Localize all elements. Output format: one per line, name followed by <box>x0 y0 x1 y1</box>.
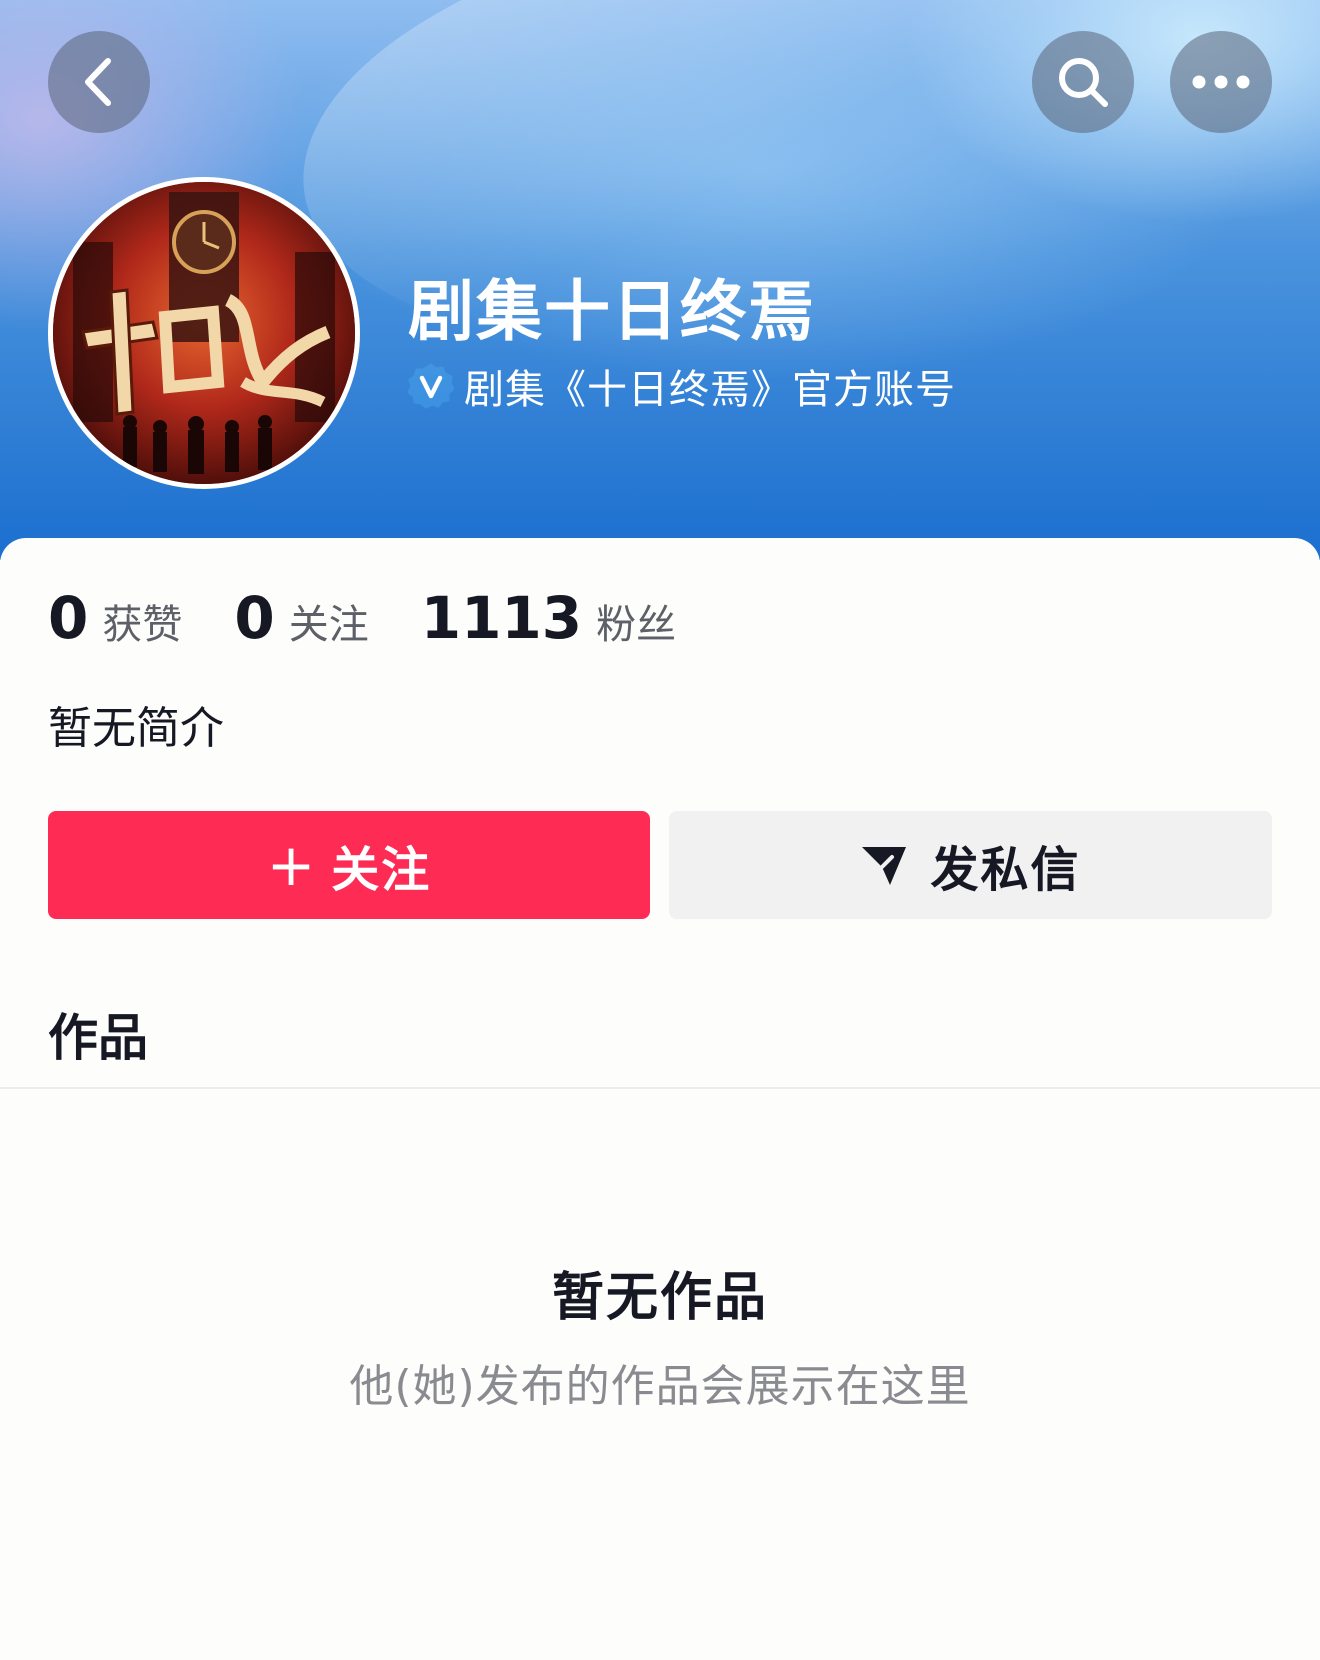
message-button[interactable]: 发私信 <box>669 811 1272 919</box>
verified-row: 剧集《十日终焉》官方账号 <box>408 358 956 414</box>
back-button[interactable] <box>48 31 150 133</box>
stat-likes[interactable]: 0 获赞 <box>48 584 182 652</box>
stat-following-value: 0 <box>234 584 275 652</box>
tab-works[interactable]: 作品 <box>48 998 148 1070</box>
stat-likes-label: 获赞 <box>102 602 183 648</box>
stat-likes-value: 0 <box>48 584 89 652</box>
stat-following[interactable]: 0 关注 <box>234 584 368 652</box>
stat-followers-value: 1113 <box>420 584 583 652</box>
bio-text: 暂无简介 <box>48 703 224 754</box>
avatar-poster-image <box>53 182 355 484</box>
verified-v-badge-icon <box>408 363 454 409</box>
follow-button-label: 关注 <box>331 842 432 898</box>
message-button-label: 发私信 <box>930 842 1081 898</box>
tab-divider <box>0 1087 1320 1089</box>
follow-button[interactable]: + 关注 <box>48 811 650 919</box>
stat-followers-label: 粉丝 <box>596 602 677 648</box>
profile-header: 剧集十日终焉 剧集《十日终焉》官方账号 <box>0 0 1320 560</box>
more-button[interactable] <box>1170 31 1272 133</box>
stat-followers[interactable]: 1113 粉丝 <box>421 584 676 652</box>
send-message-icon <box>860 843 908 887</box>
avatar[interactable] <box>48 177 360 489</box>
search-icon <box>1059 58 1108 107</box>
search-button[interactable] <box>1032 31 1134 133</box>
stats-row: 0 获赞 0 关注 1113 粉丝 <box>48 584 728 654</box>
plus-icon: + <box>266 831 318 899</box>
profile-name: 剧集十日终焉 <box>408 273 816 350</box>
more-horizontal-icon <box>1192 75 1250 89</box>
chevron-left-icon <box>85 58 111 106</box>
stat-following-label: 关注 <box>288 602 369 648</box>
empty-state-title: 暂无作品 <box>551 1268 768 1328</box>
empty-state-subtitle: 他(她)发布的作品会展示在这里 <box>349 1361 971 1412</box>
verified-text: 剧集《十日终焉》官方账号 <box>464 367 956 413</box>
